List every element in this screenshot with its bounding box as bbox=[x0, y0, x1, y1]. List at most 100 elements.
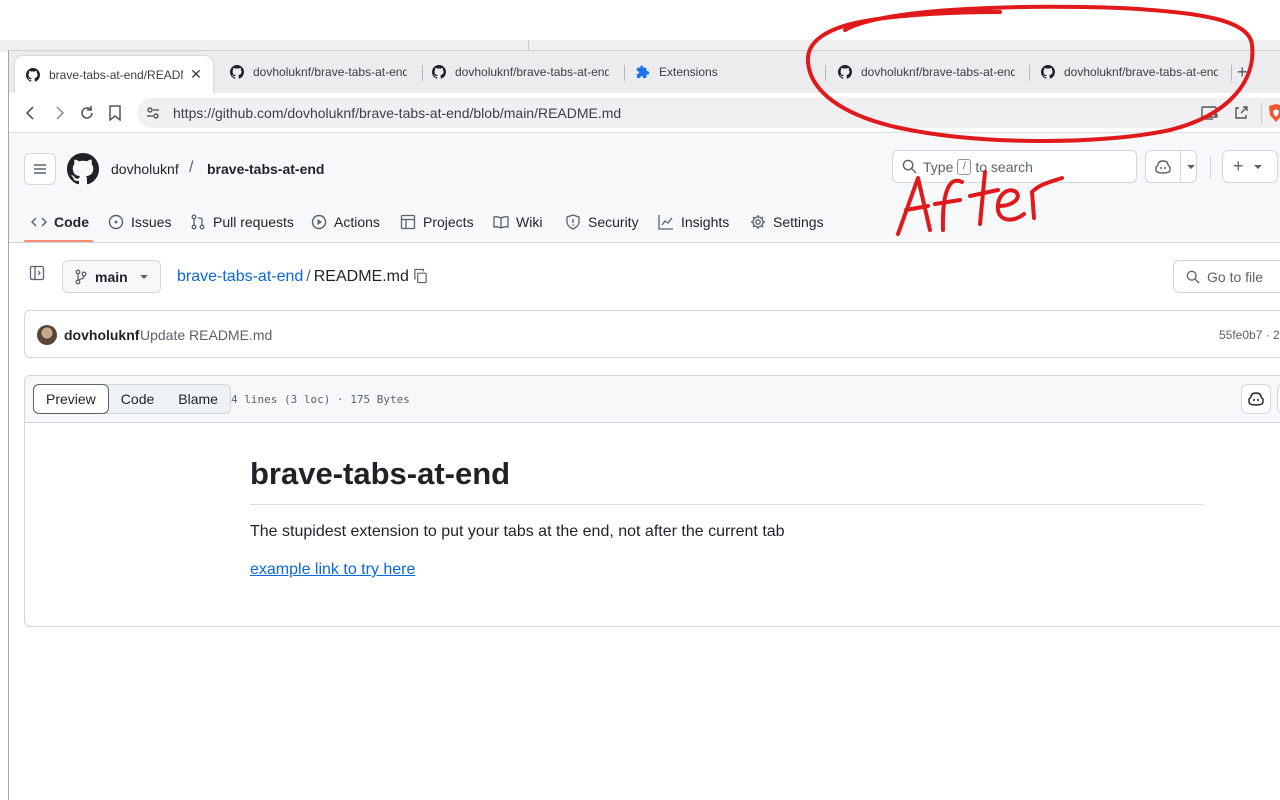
bookmark-icon bbox=[109, 105, 121, 121]
forward-button[interactable] bbox=[47, 101, 71, 125]
github-favicon-icon bbox=[1040, 64, 1056, 80]
preview-button[interactable]: Preview bbox=[33, 384, 109, 414]
breadcrumb-separator: / bbox=[306, 268, 311, 285]
chevron-down-icon[interactable] bbox=[1187, 163, 1195, 171]
share-icon[interactable] bbox=[1233, 105, 1249, 126]
readme-content: brave-tabs-at-end The stupidest extensio… bbox=[250, 456, 1204, 579]
menu-button[interactable] bbox=[24, 153, 56, 185]
copilot-icon bbox=[1247, 391, 1265, 407]
chevron-down-icon bbox=[139, 273, 148, 281]
browser-window: brave-tabs-at-end/README.md ✕ dovholuknf… bbox=[8, 50, 1280, 800]
tab-wiki[interactable]: Wiki bbox=[493, 201, 542, 243]
desktop-top-area bbox=[0, 0, 1280, 40]
tab-actions[interactable]: Actions bbox=[311, 201, 380, 243]
blame-button[interactable]: Blame bbox=[166, 385, 230, 413]
tab-issues[interactable]: Issues bbox=[108, 201, 171, 243]
tab-insights[interactable]: Insights bbox=[658, 201, 729, 243]
search-shortcut-key: / bbox=[957, 158, 972, 175]
tab-label: brave-tabs-at-end/README.md bbox=[49, 67, 183, 82]
table-icon bbox=[400, 214, 416, 230]
issue-icon bbox=[108, 214, 124, 230]
pull-request-icon bbox=[190, 214, 206, 230]
back-arrow-icon bbox=[25, 106, 34, 120]
search-placeholder-suffix: to search bbox=[975, 158, 1033, 175]
file-header: Preview Code Blame 4 lines (3 loc) · 175… bbox=[25, 376, 1280, 423]
file-viewer: Preview Code Blame 4 lines (3 loc) · 175… bbox=[24, 375, 1280, 627]
play-icon bbox=[311, 214, 327, 230]
readme-description: The stupidest extension to put your tabs… bbox=[250, 523, 785, 540]
site-settings-icon[interactable] bbox=[145, 105, 161, 126]
create-new-button[interactable]: + bbox=[1222, 150, 1278, 183]
tab-projects[interactable]: Projects bbox=[400, 201, 474, 243]
bookmark-button[interactable] bbox=[103, 101, 127, 125]
go-to-file-placeholder: Go to file bbox=[1207, 268, 1264, 285]
copilot-button[interactable] bbox=[1145, 150, 1197, 183]
commit-message[interactable]: Update README.md bbox=[140, 327, 272, 343]
readme-title: brave-tabs-at-end bbox=[250, 456, 1204, 505]
github-logo-icon[interactable] bbox=[67, 153, 100, 190]
brave-shields-icon[interactable] bbox=[1267, 103, 1280, 128]
graph-icon bbox=[658, 214, 674, 230]
back-button[interactable] bbox=[19, 101, 43, 125]
tab-separator bbox=[422, 65, 423, 81]
go-to-file-input[interactable]: Go to file bbox=[1173, 260, 1280, 293]
reload-button[interactable] bbox=[75, 101, 99, 125]
search-input[interactable]: Type / to search bbox=[892, 150, 1137, 183]
github-favicon-icon bbox=[229, 64, 245, 80]
tab-github-2[interactable]: dovholuknf/brave-tabs-at-end bbox=[229, 51, 419, 93]
active-tab-underline bbox=[24, 240, 93, 242]
search-placeholder-prefix: Type bbox=[923, 158, 954, 175]
search-icon bbox=[902, 159, 917, 174]
breadcrumb-repo-link[interactable]: brave-tabs-at-end bbox=[177, 268, 303, 285]
tab-bar: brave-tabs-at-end/README.md ✕ dovholuknf… bbox=[9, 51, 1280, 93]
tab-label: dovholuknf/brave-tabs-at-end bbox=[1064, 65, 1218, 79]
plus-icon: + bbox=[1233, 156, 1244, 176]
github-header: dovholuknf / brave-tabs-at-end Type / to… bbox=[9, 133, 1280, 243]
repo-nav: Code Issues Pull requests Actions Projec… bbox=[9, 201, 1280, 243]
tab-pull-requests[interactable]: Pull requests bbox=[190, 201, 294, 243]
sidebar-toggle-icon[interactable] bbox=[29, 265, 45, 286]
branch-select[interactable]: main bbox=[62, 260, 161, 293]
tab-github-3[interactable]: dovholuknf/brave-tabs-at-end bbox=[431, 51, 621, 93]
new-tab-button[interactable]: + bbox=[1237, 62, 1248, 83]
tab-github-6[interactable]: dovholuknf/brave-tabs-at-end bbox=[1040, 51, 1220, 93]
copilot-button[interactable] bbox=[1241, 384, 1271, 414]
copilot-icon bbox=[1154, 159, 1172, 175]
tab-settings[interactable]: Settings bbox=[750, 201, 824, 243]
repo-link[interactable]: brave-tabs-at-end bbox=[207, 161, 324, 177]
file-info: 4 lines (3 loc) · 175 Bytes bbox=[231, 393, 410, 406]
book-icon bbox=[493, 214, 509, 230]
tab-code[interactable]: Code bbox=[31, 201, 89, 243]
tab-extensions[interactable]: Extensions bbox=[635, 51, 805, 93]
nav-label: Actions bbox=[334, 214, 380, 230]
commit-sha[interactable]: 55fe0b7 · 2 m bbox=[1219, 328, 1280, 342]
close-icon[interactable]: ✕ bbox=[189, 66, 203, 83]
tab-label: dovholuknf/brave-tabs-at-end bbox=[455, 65, 609, 79]
readme-example-link[interactable]: example link to try here bbox=[250, 561, 415, 579]
copy-path-icon[interactable] bbox=[413, 268, 428, 289]
code-view-button[interactable]: Code bbox=[109, 385, 166, 413]
tab-label: dovholuknf/brave-tabs-at-end bbox=[253, 65, 407, 79]
nav-label: Wiki bbox=[516, 214, 543, 230]
toolbar-divider bbox=[1261, 103, 1262, 123]
commit-author[interactable]: dovholuknf bbox=[64, 327, 139, 343]
tab-security[interactable]: Security bbox=[565, 201, 639, 243]
tab-github-5[interactable]: dovholuknf/brave-tabs-at-end bbox=[837, 51, 1027, 93]
tab-label: Extensions bbox=[659, 65, 718, 79]
owner-link[interactable]: dovholuknf bbox=[111, 161, 179, 177]
url-text: https://github.com/dovholuknf/brave-tabs… bbox=[173, 105, 622, 121]
nav-label: Pull requests bbox=[213, 214, 294, 230]
reload-icon bbox=[81, 106, 93, 119]
nav-label: Insights bbox=[681, 214, 730, 230]
chevron-down-icon bbox=[1253, 163, 1262, 171]
install-app-icon[interactable] bbox=[1201, 105, 1219, 126]
avatar[interactable] bbox=[37, 325, 57, 345]
latest-commit: dovholuknf Update README.md 55fe0b7 · 2 … bbox=[24, 310, 1280, 358]
url-field[interactable]: https://github.com/dovholuknf/brave-tabs… bbox=[137, 98, 1280, 128]
tab-separator bbox=[1231, 65, 1232, 81]
tab-readme[interactable]: brave-tabs-at-end/README.md ✕ bbox=[15, 56, 213, 93]
github-favicon-icon bbox=[837, 64, 853, 80]
branch-icon bbox=[75, 269, 87, 285]
file-navigation-bar: main brave-tabs-at-end / README.md Go to f… bbox=[9, 243, 1280, 311]
tab-label: dovholuknf/brave-tabs-at-end bbox=[861, 65, 1015, 79]
